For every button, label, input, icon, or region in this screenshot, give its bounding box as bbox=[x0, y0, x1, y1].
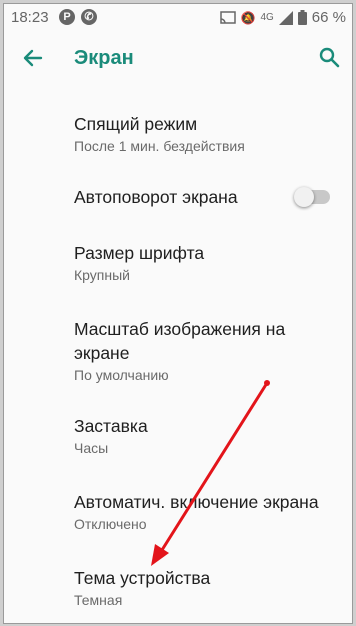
status-bar: 18:23 P ✆ 🔕 4G 66 % bbox=[4, 4, 352, 30]
network-type: 4G bbox=[260, 12, 274, 23]
toolbar: Экран bbox=[4, 30, 352, 88]
auto-rotate-toggle[interactable] bbox=[294, 187, 330, 207]
setting-subtitle: Отключено bbox=[74, 516, 147, 532]
setting-font-size[interactable]: Размер шрифта Крупный bbox=[74, 241, 344, 285]
setting-title: Автоповорот экрана bbox=[74, 187, 238, 207]
signal-icon bbox=[278, 10, 293, 25]
setting-auto-rotate[interactable]: Автоповорот экрана bbox=[74, 185, 274, 209]
setting-title: Размер шрифта bbox=[74, 243, 205, 263]
setting-title: Спящий режим bbox=[74, 114, 198, 134]
setting-title: Заставка bbox=[74, 416, 148, 436]
setting-subtitle: По умолчанию bbox=[74, 367, 169, 383]
setting-title-line-2: экране bbox=[74, 343, 130, 363]
setting-display-size[interactable]: Масштаб изображения на экране По умолчан… bbox=[74, 317, 344, 385]
setting-subtitle: После 1 мин. бездействия bbox=[74, 138, 245, 154]
setting-title: Тема устройства bbox=[74, 568, 211, 588]
phone-screen: 18:23 P ✆ 🔕 4G 66 % Экран Спящий режим П… bbox=[3, 3, 353, 624]
setting-screensaver[interactable]: Заставка Часы bbox=[74, 414, 344, 458]
setting-title-line-1: Масштаб изображения на bbox=[74, 319, 286, 339]
signal-app-icon: ✆ bbox=[81, 9, 97, 25]
setting-sleep[interactable]: Спящий режим После 1 мин. бездействия bbox=[74, 112, 344, 156]
battery-level: 66 % bbox=[311, 9, 346, 26]
mute-icon: 🔕 bbox=[240, 10, 256, 25]
toggle-thumb bbox=[294, 187, 314, 207]
setting-title: Автоматич. включение экрана bbox=[74, 492, 319, 512]
status-right-group: 🔕 4G 66 % bbox=[219, 9, 346, 26]
setting-device-theme[interactable]: Тема устройства Темная bbox=[74, 566, 344, 610]
status-time: 18:23 bbox=[11, 9, 49, 26]
cast-icon bbox=[219, 10, 236, 24]
app-notification-icon: P bbox=[59, 9, 75, 25]
setting-subtitle: Часы bbox=[74, 440, 109, 456]
page-title: Экран bbox=[74, 47, 134, 69]
search-icon[interactable] bbox=[318, 46, 340, 68]
back-arrow-icon[interactable] bbox=[21, 46, 45, 70]
battery-icon bbox=[297, 10, 307, 25]
setting-auto-wake[interactable]: Автоматич. включение экрана Отключено bbox=[74, 490, 344, 534]
setting-subtitle: Крупный bbox=[74, 267, 130, 283]
setting-subtitle: Темная bbox=[74, 592, 123, 608]
